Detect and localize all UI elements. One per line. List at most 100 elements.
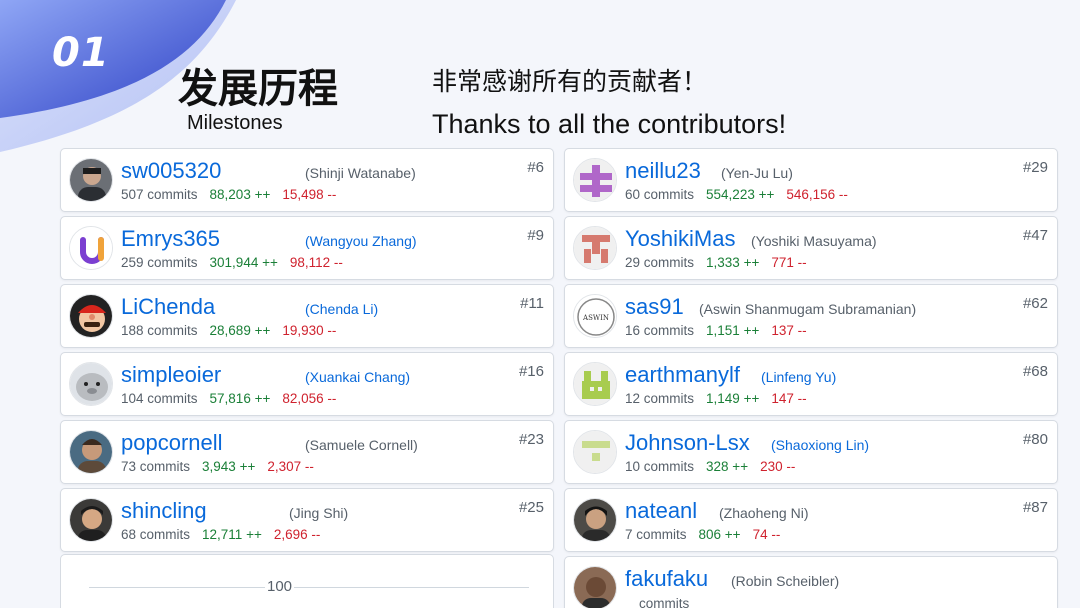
contributor-username[interactable]: YoshikiMas [625, 226, 735, 252]
contributor-username[interactable]: nateanl [625, 498, 697, 524]
contributor-card[interactable]: simpleoier (Xuankai Chang) #16 104 commi… [60, 352, 554, 416]
identicon-avatar[interactable] [573, 430, 617, 474]
deletions-count: 771 -- [771, 255, 807, 270]
commit-count[interactable]: 104 commits [121, 391, 198, 406]
thanks-heading-cn: 非常感谢所有的贡献者！ [432, 67, 708, 96]
contributor-card[interactable]: Johnson-Lsx (Shaoxiong Lin) #80 10 commi… [564, 420, 1058, 484]
contributor-username[interactable]: neillu23 [625, 158, 701, 184]
photo-avatar[interactable] [573, 566, 617, 608]
contributor-card[interactable]: sw005320 (Shinji Watanabe) #6 507 commit… [60, 148, 554, 212]
commit-count[interactable]: 73 commits [121, 459, 190, 474]
contributor-stats: 73 commits 3,943 ++ 2,307 -- [121, 459, 314, 474]
contributor-card[interactable]: YoshikiMas (Yoshiki Masuyama) #47 29 com… [564, 216, 1058, 280]
commit-count[interactable]: 259 commits [121, 255, 198, 270]
commit-count[interactable]: 7 commits [625, 527, 687, 542]
photo-avatar[interactable] [69, 430, 113, 474]
logo-u-avatar[interactable] [69, 226, 113, 270]
contributor-card[interactable]: ASWIN sas91 (Aswin Shanmugam Subramanian… [564, 284, 1058, 348]
seal-avatar[interactable] [69, 362, 113, 406]
additions-count: 57,816 ++ [209, 391, 271, 406]
commit-count[interactable]: 60 commits [625, 187, 694, 202]
contributor-card[interactable]: Emrys365 (Wangyou Zhang) #9 259 commits 3… [60, 216, 554, 280]
deletions-count: 137 -- [771, 323, 807, 338]
deletions-count: 147 -- [771, 391, 807, 406]
deletions-count: 74 -- [752, 527, 781, 542]
additions-count: 88,203 ++ [209, 187, 271, 202]
contributor-full-name: (Shinji Watanabe) [305, 165, 416, 181]
commit-count[interactable]: 12 commits [625, 391, 694, 406]
contributor-card[interactable]: LiChenda (Chenda Li) #11 188 commits 28,6… [60, 284, 554, 348]
contributor-username[interactable]: simpleoier [121, 362, 221, 388]
contributor-rank: #23 [518, 431, 544, 448]
avatar-logo-text: ASWIN [582, 314, 609, 322]
additions-count: 1,151 ++ [706, 323, 760, 338]
photo-avatar[interactable] [69, 498, 113, 542]
contributor-full-name: (Wangyou Zhang) [305, 233, 417, 249]
deletions-count: 19,930 -- [282, 323, 337, 338]
commit-count[interactable]: 68 commits [121, 527, 190, 542]
aswin-logo-avatar[interactable]: ASWIN [573, 294, 617, 338]
commit-count[interactable]: 16 commits [625, 323, 694, 338]
contributor-rank: #47 [1022, 227, 1048, 244]
contributor-rank: #62 [1022, 295, 1048, 312]
contributor-full-name: (Xuankai Chang) [305, 369, 411, 385]
contributor-rank: #9 [527, 227, 544, 244]
contributor-card[interactable]: nateanl (Zhaoheng Ni) #87 7 commits 806 +… [564, 488, 1058, 552]
contributor-username[interactable]: popcornell [121, 430, 223, 456]
contributor-stats: 507 commits 88,203 ++ 15,498 -- [121, 187, 336, 202]
commit-count[interactable]: 507 commits [121, 187, 198, 202]
contributor-rank: #68 [1022, 363, 1048, 380]
additions-count: 554,223 ++ [706, 187, 775, 202]
commit-count[interactable]: commits [639, 596, 689, 608]
contributor-stats: 12 commits 1,149 ++ 147 -- [625, 391, 807, 406]
commit-count[interactable]: 188 commits [121, 323, 198, 338]
additions-count: 301,944 ++ [209, 255, 278, 270]
page-subtitle: Milestones [187, 112, 283, 134]
identicon-avatar[interactable] [573, 362, 617, 406]
contribution-chart-fragment: 100 [60, 554, 554, 608]
contributor-rank: #29 [1022, 159, 1048, 176]
additions-count: 12,711 ++ [202, 527, 262, 542]
contributor-username[interactable]: sw005320 [121, 158, 221, 184]
contributor-card[interactable]: shincling (Jing Shi) #25 68 commits 12,71… [60, 488, 554, 552]
contributor-card[interactable]: fakufaku (Robin Scheibler) commits [564, 556, 1058, 608]
photo-avatar[interactable] [69, 158, 113, 202]
additions-count: 328 ++ [706, 459, 749, 474]
contributor-username[interactable]: LiChenda [121, 294, 215, 320]
contributor-rank: #16 [518, 363, 544, 380]
contributor-stats: commits [639, 596, 689, 608]
deletions-count: 98,112 -- [289, 255, 343, 270]
deletions-count: 2,696 -- [273, 527, 321, 542]
contributor-rank: #6 [527, 159, 544, 176]
contributor-card[interactable]: neillu23 (Yen-Ju Lu) #29 60 commits 554,2… [564, 148, 1058, 212]
identicon-avatar[interactable] [573, 158, 617, 202]
commit-count[interactable]: 10 commits [625, 459, 694, 474]
cartoon-avatar[interactable] [69, 294, 113, 338]
contributor-card[interactable]: popcornell (Samuele Cornell) #23 73 comm… [60, 420, 554, 484]
contributor-stats: 188 commits 28,689 ++ 19,930 -- [121, 323, 336, 338]
contributor-stats: 10 commits 328 ++ 230 -- [625, 459, 795, 474]
contributor-username[interactable]: Johnson-Lsx [625, 430, 750, 456]
contributor-username[interactable]: sas91 [625, 294, 684, 320]
contributor-card[interactable]: earthmanylf (Linfeng Yu) #68 12 commits 1… [564, 352, 1058, 416]
contributor-full-name: (Aswin Shanmugam Subramanian) [699, 301, 917, 317]
section-number: 01 [52, 30, 110, 76]
deletions-count: 230 -- [760, 459, 796, 474]
identicon-avatar[interactable] [573, 226, 617, 270]
contributor-rank: #87 [1022, 499, 1048, 516]
contributor-full-name: (Shaoxiong Lin) [771, 437, 870, 453]
contributor-username[interactable]: Emrys365 [121, 226, 220, 252]
contributor-full-name: (Linfeng Yu) [761, 369, 837, 385]
contributor-username[interactable]: fakufaku [625, 566, 708, 592]
contributor-full-name: (Jing Shi) [289, 505, 349, 521]
photo-avatar[interactable] [573, 498, 617, 542]
contributor-full-name: (Samuele Cornell) [305, 437, 418, 453]
commit-count[interactable]: 29 commits [625, 255, 694, 270]
additions-count: 1,333 ++ [706, 255, 760, 270]
contributor-username[interactable]: shincling [121, 498, 207, 524]
contributor-username[interactable]: earthmanylf [625, 362, 740, 388]
contributor-rank: #25 [518, 499, 544, 516]
thanks-heading-en: Thanks to all the contributors! [432, 109, 787, 139]
deletions-count: 546,156 -- [786, 187, 848, 202]
additions-count: 3,943 ++ [202, 459, 256, 474]
